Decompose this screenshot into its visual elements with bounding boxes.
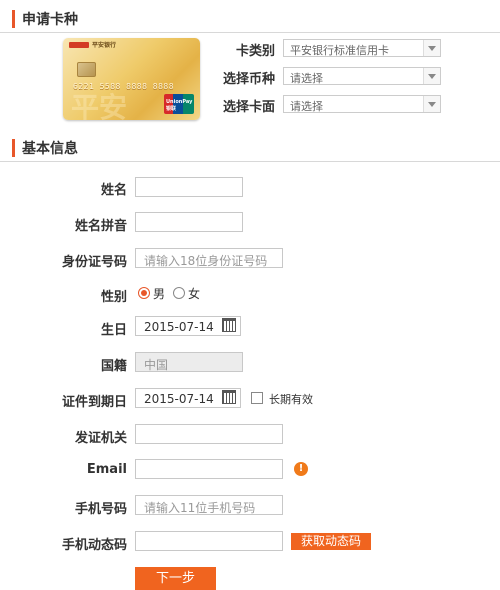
gender-male-radio[interactable] (138, 287, 150, 299)
card-bank-name: 平安银行 (92, 42, 117, 49)
gender-label: 性别 (100, 290, 127, 305)
currency-select[interactable]: 请选择 (283, 67, 441, 85)
gender-female-radio[interactable] (173, 287, 185, 299)
card-face-label: 选择卡面 (222, 100, 275, 115)
section-header-apply: 申请卡种 (0, 4, 500, 33)
chip-icon (77, 62, 96, 77)
unionpay-logo-icon: UnionPay 银联 (164, 94, 194, 114)
chevron-down-icon (423, 40, 440, 56)
gender-female-label[interactable]: 女 (188, 285, 200, 302)
nationality-input: 中国 (135, 352, 243, 372)
long-term-label[interactable]: 长期有效 (269, 391, 313, 407)
email-label: Email (86, 462, 127, 477)
unionpay-text: UnionPay 银联 (166, 99, 193, 112)
card-face-value: 请选择 (290, 100, 323, 113)
calendar-icon[interactable] (222, 390, 236, 404)
name-input[interactable] (135, 177, 243, 197)
mobile-input[interactable]: 请输入11位手机号码 (135, 495, 283, 515)
id-expiry-value: 2015-07-14 (144, 392, 214, 406)
email-field[interactable] (135, 459, 283, 479)
calendar-icon[interactable] (222, 318, 236, 332)
section-accent-bar (12, 10, 15, 28)
pinyin-label: 姓名拼音 (74, 219, 127, 234)
mobile-placeholder: 请输入11位手机号码 (144, 501, 256, 515)
id-number-label: 身份证号码 (61, 255, 127, 270)
issuer-input[interactable] (135, 424, 283, 444)
id-number-input[interactable]: 请输入18位身份证号码 (135, 248, 283, 268)
card-type-select[interactable]: 平安银行标准信用卡 (283, 39, 441, 57)
birthday-date-input[interactable]: 2015-07-14 (135, 316, 241, 336)
card-face-select[interactable]: 请选择 (283, 95, 441, 113)
card-type-label: 卡类别 (235, 44, 275, 59)
section-title: 基本信息 (22, 141, 78, 157)
sms-code-input[interactable] (135, 531, 283, 551)
get-sms-code-button[interactable]: 获取动态码 (291, 533, 371, 550)
chevron-down-icon (423, 68, 440, 84)
section-title: 申请卡种 (22, 12, 78, 28)
bank-logo-icon (69, 42, 89, 48)
sms-code-label: 手机动态码 (61, 538, 127, 553)
section-header-basic: 基本信息 (0, 133, 500, 162)
id-expiry-date-input[interactable]: 2015-07-14 (135, 388, 241, 408)
currency-label: 选择币种 (222, 72, 275, 87)
info-icon[interactable]: ! (294, 462, 308, 476)
id-expiry-label: 证件到期日 (61, 395, 127, 410)
id-number-placeholder: 请输入18位身份证号码 (144, 254, 268, 268)
credit-card-image: 平安银行 平安 6221 5588 8888 8888 UnionPay 银联 (63, 38, 200, 120)
card-type-value: 平安银行标准信用卡 (290, 44, 389, 57)
next-button[interactable]: 下一步 (135, 567, 216, 590)
currency-value: 请选择 (290, 72, 323, 85)
birthday-label: 生日 (100, 323, 127, 338)
section-accent-bar (12, 139, 15, 157)
gender-male-label[interactable]: 男 (153, 285, 165, 302)
chevron-down-icon (423, 96, 440, 112)
issuer-label: 发证机关 (74, 431, 127, 446)
name-label: 姓名 (100, 183, 127, 198)
nationality-value: 中国 (144, 358, 169, 372)
pinyin-input[interactable] (135, 212, 243, 232)
long-term-checkbox[interactable] (251, 392, 263, 404)
mobile-label: 手机号码 (74, 502, 127, 517)
card-number: 6221 5588 8888 8888 (73, 82, 175, 91)
nationality-label: 国籍 (100, 359, 127, 374)
birthday-value: 2015-07-14 (144, 320, 214, 334)
card-watermark: 平安 (71, 91, 128, 120)
